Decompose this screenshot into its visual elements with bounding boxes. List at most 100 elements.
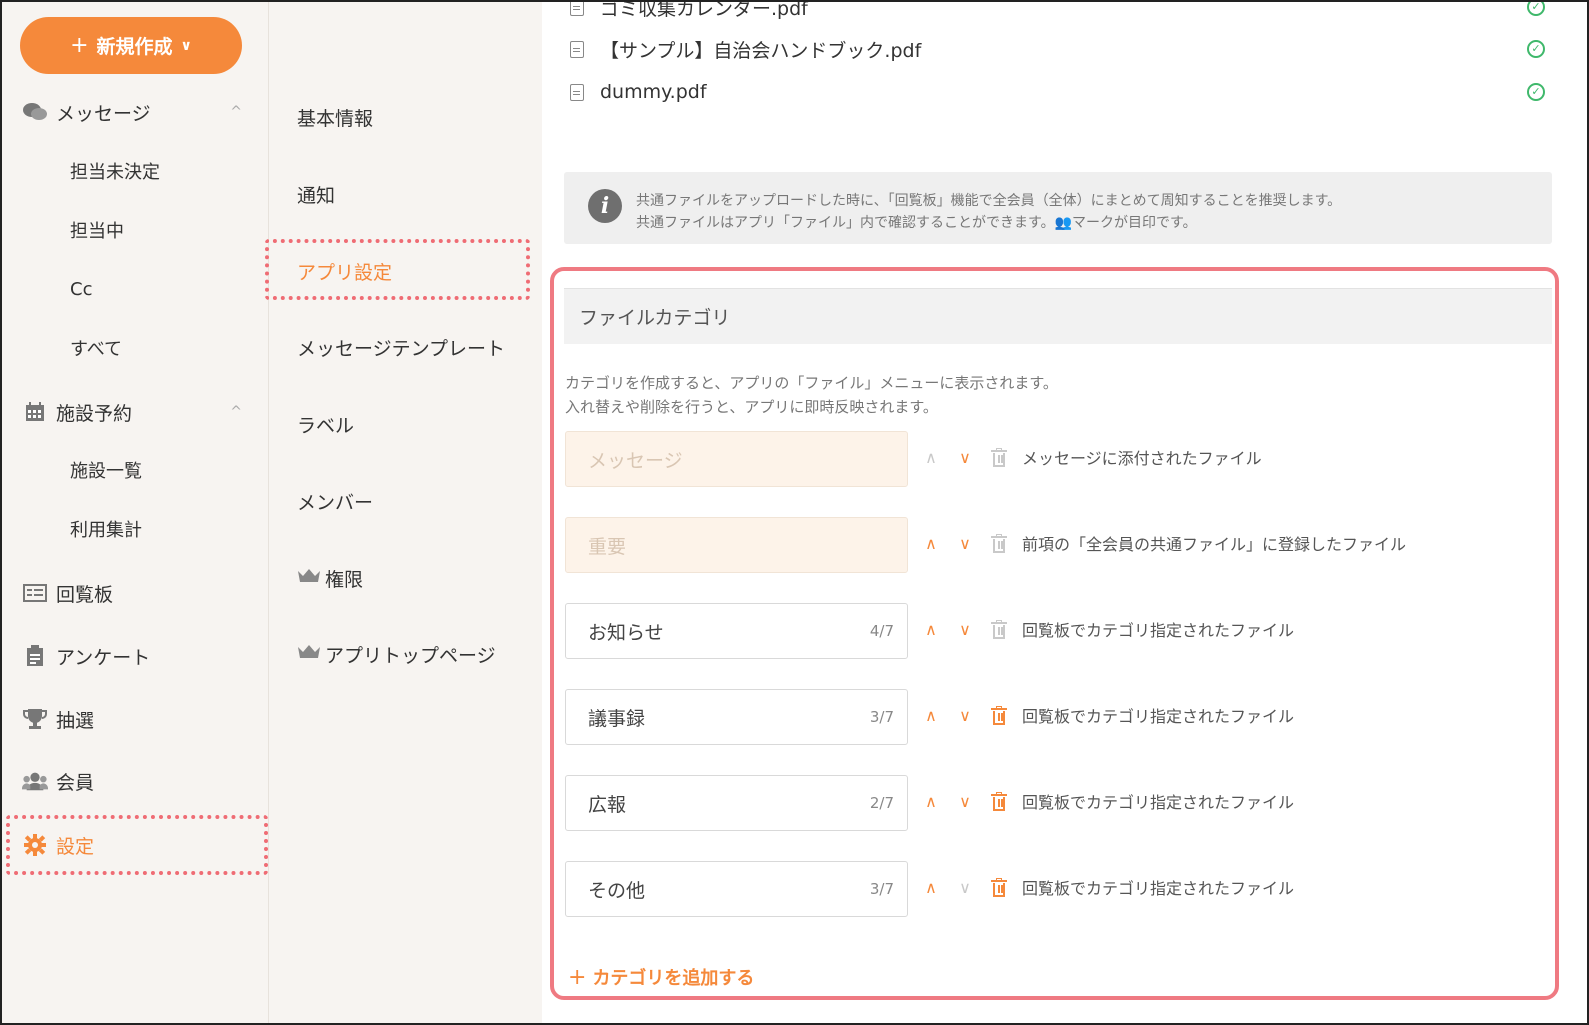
subnav-item-permission[interactable]: 権限 (297, 560, 363, 596)
category-note: 前項の「全会員の共通ファイル」に登録したファイル (1022, 535, 1407, 554)
category-name-field[interactable]: その他 3/7 (565, 861, 908, 917)
category-name: お知らせ (588, 621, 664, 644)
subnav-item-basic-info[interactable]: 基本情報 (297, 99, 373, 135)
calendar-icon (22, 401, 48, 423)
check-circle-icon: ✓ (1527, 40, 1545, 58)
sidebar-item-label: アンケート (56, 646, 151, 669)
category-row: 重要 ∧ ∨ 前項の「全会員の共通ファイル」に登録したファイル (565, 517, 1555, 573)
chevron-up-icon[interactable]: ^ (230, 104, 242, 120)
chevron-down-icon: ∨ (180, 37, 192, 54)
trash-icon (991, 620, 1007, 640)
sidebar-item-facility[interactable]: 施設予約 ^ (22, 392, 252, 432)
file-row[interactable]: dummy.pdf ✓ (570, 77, 1545, 107)
clipboard-icon (22, 645, 48, 667)
sidebar-subitem-unassigned[interactable]: 担当未決定 (70, 153, 160, 189)
move-up-icon[interactable]: ∧ (921, 619, 941, 641)
trash-icon (991, 448, 1007, 468)
trash-icon[interactable] (991, 706, 1007, 726)
category-row: その他 3/7 ∧ ∨ 回覧板でカテゴリ指定されたファイル (565, 861, 1555, 917)
description-line-1: カテゴリを作成すると、アプリの「ファイル」メニューに表示されます。 (565, 374, 1058, 392)
sidebar-item-survey[interactable]: アンケート (22, 636, 252, 676)
file-name: dummy.pdf (600, 81, 707, 103)
info-icon: i (588, 189, 622, 223)
category-name-field: 重要 (565, 517, 908, 573)
sidebar-item-members[interactable]: 会員 (22, 761, 252, 801)
file-row[interactable]: 【サンプル】自治会ハンドブック.pdf ✓ (570, 34, 1545, 64)
sidebar-subitem-all[interactable]: すべて (70, 330, 122, 366)
move-up-icon[interactable]: ∧ (921, 791, 941, 813)
category-row: メッセージ ∧ ∨ メッセージに添付されたファイル (565, 431, 1555, 487)
subnav-item-message-template[interactable]: メッセージテンプレート (297, 329, 505, 365)
sidebar-subitem-facility-list[interactable]: 施設一覧 (70, 452, 142, 488)
sidebar-subitem-cc[interactable]: Cc (70, 271, 92, 307)
users-icon (22, 770, 48, 792)
category-name: 議事録 (588, 707, 646, 730)
file-category-panel: ファイルカテゴリ カテゴリを作成すると、アプリの「ファイル」メニューに表示されま… (550, 267, 1559, 1000)
category-name: 広報 (588, 793, 627, 816)
sidebar-item-label: 施設予約 (56, 402, 133, 425)
crown-icon (297, 568, 321, 589)
description-line-2: 入れ替えや削除を行うと、アプリに即時反映されます。 (565, 398, 938, 416)
check-circle-icon: ✓ (1527, 83, 1545, 101)
trash-icon[interactable] (991, 792, 1007, 812)
add-category-button[interactable]: + カテゴリを追加する (568, 964, 754, 990)
file-row[interactable]: ゴミ収集カレンダー.pdf ✓ (570, 0, 1545, 22)
sidebar-item-label: 抽選 (56, 709, 95, 732)
move-down-icon[interactable]: ∨ (955, 705, 975, 727)
subnav-item-label[interactable]: ラベル (297, 406, 354, 442)
add-category-label: カテゴリを追加する (592, 968, 755, 989)
category-name-field[interactable]: お知らせ 4/7 (565, 603, 908, 659)
plus-icon: + (568, 964, 587, 990)
subnav-item-member[interactable]: メンバー (297, 483, 373, 519)
subnav-item-label: 権限 (325, 568, 364, 591)
subnav-item-app-top-page[interactable]: アプリトップページ (297, 636, 496, 672)
section-description: カテゴリを作成すると、アプリの「ファイル」メニューに表示されます。 入れ替えや削… (565, 371, 1058, 419)
sidebar-item-label: 会員 (56, 771, 95, 794)
category-row: 議事録 3/7 ∧ ∨ 回覧板でカテゴリ指定されたファイル (565, 689, 1555, 745)
info-notice: i 共通ファイルをアップロードした時に、「回覧板」機能で全会員（全体）にまとめて… (564, 172, 1552, 244)
trophy-icon (22, 708, 48, 730)
move-up-icon[interactable]: ∧ (921, 705, 941, 727)
crown-icon (297, 644, 321, 665)
sidebar-subitem-usage-stats[interactable]: 利用集計 (70, 511, 142, 547)
document-icon (570, 2, 584, 16)
category-name-field[interactable]: 議事録 3/7 (565, 689, 908, 745)
sidebar-subitem-assigned[interactable]: 担当中 (70, 212, 124, 248)
move-down-icon[interactable]: ∨ (955, 533, 975, 555)
sidebar-item-lottery[interactable]: 抽選 (22, 699, 252, 739)
category-note: 回覧板でカテゴリ指定されたファイル (1022, 793, 1295, 812)
check-circle-icon: ✓ (1527, 2, 1545, 16)
move-up-icon[interactable]: ∧ (921, 533, 941, 555)
move-down-icon[interactable]: ∨ (955, 791, 975, 813)
sidebar-item-label: 回覧板 (56, 583, 114, 606)
category-name-field: メッセージ (565, 431, 908, 487)
category-note: 回覧板でカテゴリ指定されたファイル (1022, 707, 1295, 726)
sidebar-item-messages[interactable]: メッセージ ^ (22, 92, 252, 132)
settings-subnav: 基本情報 通知 アプリ設定 メッセージテンプレート ラベル メンバー 権限 アプ… (268, 2, 542, 1023)
move-down-icon[interactable]: ∨ (955, 447, 975, 469)
file-name: 【サンプル】自治会ハンドブック.pdf (600, 39, 922, 62)
info-line-1: 共通ファイルをアップロードした時に、「回覧板」機能で全会員（全体）にまとめて周知… (636, 193, 1342, 209)
settings-highlight-frame (6, 815, 268, 875)
trash-icon (991, 534, 1007, 554)
category-note: メッセージに添付されたファイル (1022, 449, 1262, 468)
new-create-button[interactable]: + 新規作成 ∨ (20, 17, 242, 74)
sidebar-item-circular[interactable]: 回覧板 (22, 573, 252, 613)
info-text: 共通ファイルをアップロードした時に、「回覧板」機能で全会員（全体）にまとめて周知… (636, 190, 1341, 234)
trash-icon[interactable] (991, 878, 1007, 898)
category-note: 回覧板でカテゴリ指定されたファイル (1022, 621, 1295, 640)
char-count: 3/7 (869, 708, 894, 726)
move-down-icon: ∨ (959, 878, 971, 897)
chevron-up-icon[interactable]: ^ (230, 404, 242, 420)
chat-bubbles-icon (22, 101, 48, 123)
app-settings-highlight-frame (265, 239, 530, 300)
plus-icon: + (70, 33, 89, 58)
move-up-icon[interactable]: ∧ (921, 877, 941, 899)
move-down-icon[interactable]: ∨ (955, 619, 975, 641)
subnav-item-notification[interactable]: 通知 (297, 176, 335, 212)
category-row: 広報 2/7 ∧ ∨ 回覧板でカテゴリ指定されたファイル (565, 775, 1555, 831)
main-content: ゴミ収集カレンダー.pdf ✓ 【サンプル】自治会ハンドブック.pdf ✓ du… (543, 0, 1587, 1023)
category-name-field[interactable]: 広報 2/7 (565, 775, 908, 831)
file-name: ゴミ収集カレンダー.pdf (600, 0, 808, 20)
app-window: + 新規作成 ∨ メッセージ ^ 担当未決定 担当中 Cc すべて 施設予約 ^… (0, 0, 1589, 1025)
